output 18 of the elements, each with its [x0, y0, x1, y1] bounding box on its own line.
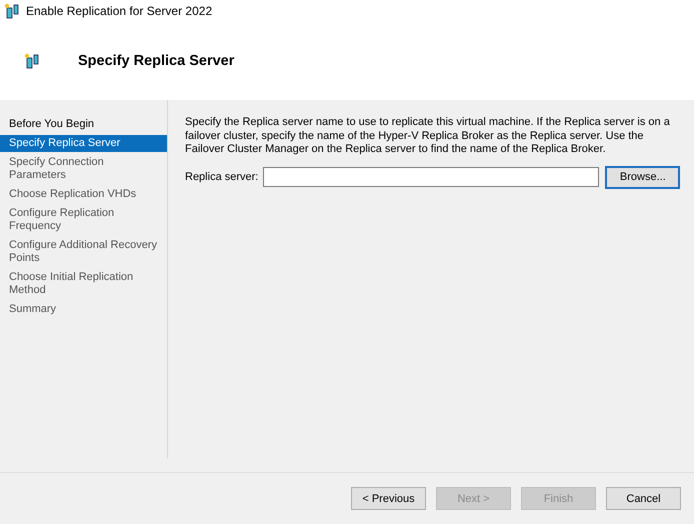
field-label: Replica server:: [185, 171, 258, 183]
server-icon: [4, 3, 20, 19]
step-item[interactable]: Configure Replication Frequency: [0, 205, 167, 235]
step-item[interactable]: Choose Initial Replication Method: [0, 269, 167, 299]
step-item[interactable]: Specify Connection Parameters: [0, 154, 167, 184]
server-icon: [24, 53, 40, 69]
replica-server-field[interactable]: [263, 167, 600, 187]
window-title: Enable Replication for Server 2022: [26, 4, 212, 18]
step-item[interactable]: Before You Begin: [0, 116, 167, 133]
browse-button[interactable]: Browse...: [605, 166, 680, 188]
page-title: Specify Replica Server: [78, 53, 234, 69]
wizard-button[interactable]: Cancel: [606, 487, 681, 510]
step-item[interactable]: Specify Replica Server: [0, 135, 167, 152]
description: Specify the Replica server name to use to replicate this virtual machine. If the Replica server is on a failover cluster, specify the name of the Hyper-V Replica Broker as the Replica server. Use the Failover Cluster Manager on the Replica server to find the name of the Replica Broker.: [185, 116, 671, 156]
step-item[interactable]: Configure Additional Recovery Points: [0, 237, 167, 267]
step-item[interactable]: Summary: [0, 301, 167, 318]
step-item[interactable]: Choose Replication VHDs: [0, 186, 167, 203]
wizard-button[interactable]: < Previous: [351, 487, 426, 510]
